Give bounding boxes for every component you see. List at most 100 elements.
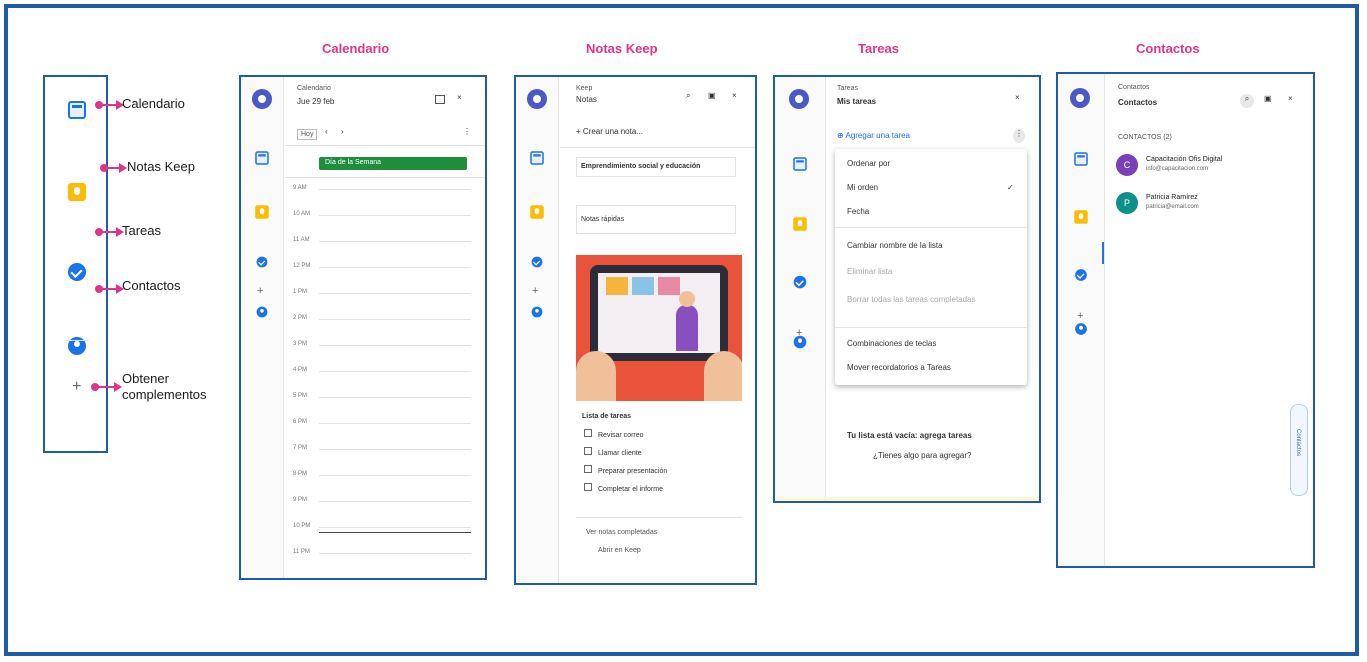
menu-item[interactable]: Eliminar lista [847,267,892,276]
contact-name[interactable]: Capacitación Ofis Digital [1146,156,1222,163]
calendar-icon[interactable] [1074,152,1088,166]
legend-contactos: Contactos [122,278,181,293]
legend-arrow-keep [100,163,127,173]
time-slot-line[interactable] [319,267,471,268]
checkbox[interactable] [584,465,592,473]
keep-icon[interactable] [68,183,86,201]
task-list-selector[interactable]: Mis tareas [837,97,876,106]
note-card[interactable]: Emprendimiento social y educación [576,157,736,177]
app-logo-icon[interactable] [789,89,809,109]
keep-footer-divider [576,517,742,518]
contact-name[interactable]: Patricia Ramírez [1146,194,1198,201]
add-icon[interactable]: + [72,378,81,396]
time-slot-line[interactable] [319,189,471,190]
avatar[interactable]: C [1116,154,1138,176]
calendar-icon[interactable] [255,151,269,165]
keep-icon[interactable] [1074,210,1088,224]
menu-item[interactable]: Combinaciones de teclas [847,339,936,348]
open-in-new-icon[interactable]: ▣ [708,91,716,100]
check-icon: ✓ [1007,183,1014,192]
time-slot-line[interactable] [319,241,471,242]
add-icon[interactable]: + [257,285,263,297]
open-in-keep-link[interactable]: Abrir en Keep [598,547,641,554]
close-icon[interactable]: × [1015,93,1020,102]
menu-item[interactable]: Cambiar nombre de la lista [847,241,943,250]
keep-icon[interactable] [255,205,269,219]
open-in-new-icon[interactable]: ▣ [1264,94,1272,103]
search-icon[interactable]: ⌕ [686,91,690,101]
list-title: Lista de tareas [582,413,632,420]
menu-item[interactable]: Mi orden [847,183,878,192]
close-icon[interactable]: × [732,91,737,100]
keep-icon[interactable] [793,217,807,231]
completed-notes-link[interactable]: Ver notas completadas [586,529,657,536]
time-slot-line[interactable] [319,319,471,320]
create-note-input[interactable]: + Crear una nota... [576,127,746,136]
note-card[interactable]: Notas rápidas [576,205,736,234]
next-day-button[interactable]: › [341,127,344,136]
calendar-icon[interactable] [68,101,86,119]
close-icon[interactable]: × [1288,94,1293,103]
title-tareas: Tareas [858,41,899,56]
add-icon[interactable]: + [532,285,538,297]
add-icon[interactable]: + [1077,310,1083,322]
calendar-icon[interactable] [793,157,807,171]
contacts-icon[interactable] [531,306,543,318]
app-logo-icon[interactable] [527,89,547,109]
avatar[interactable]: P [1116,192,1138,214]
add-task-button[interactable]: ⊕ Agregar una tarea [837,131,910,140]
title-notas-keep: Notas Keep [586,41,658,56]
contacts-side-tab[interactable]: Contactos [1290,404,1308,496]
time-slot-line[interactable] [319,345,471,346]
checklist-item-label: Llamar cliente [598,450,642,457]
time-slot-line[interactable] [319,371,471,372]
tasks-icon[interactable] [793,275,807,289]
time-slot-line[interactable] [319,423,471,424]
time-slot-line[interactable] [319,215,471,216]
checkbox[interactable] [584,429,592,437]
time-slot-line[interactable] [319,553,471,554]
contacts-section-label: CONTACTOS (2) [1118,134,1172,141]
calendar-icon[interactable] [530,151,544,165]
today-button[interactable]: Hoy [297,129,318,140]
contacts-icon[interactable] [1075,323,1087,335]
menu-item[interactable]: Fecha [847,207,869,216]
app-logo-icon[interactable] [252,89,272,109]
time-slot-line[interactable] [319,449,471,450]
checkbox[interactable] [584,483,592,491]
checklist-item[interactable]: Revisar correo [584,429,644,439]
prev-day-button[interactable]: ‹ [325,127,328,136]
more-icon[interactable]: ⋮ [463,127,471,136]
menu-item[interactable]: Borrar todas las tareas completadas [847,295,976,304]
time-slot-line[interactable] [319,293,471,294]
calendar-header-divider [285,145,485,146]
time-slot-line[interactable] [319,397,471,398]
calendar-event[interactable]: Día de la Semana [319,157,467,170]
contacts-icon[interactable] [256,306,268,318]
add-icon[interactable]: + [796,327,802,339]
time-slot-label: 11 PM [293,549,310,555]
menu-item[interactable]: Mover recordatorios a Tareas [847,363,951,372]
tasks-icon[interactable] [68,263,86,281]
time-slot-label: 3 PM [293,341,308,347]
search-icon[interactable]: ⌕ [1240,94,1254,108]
time-slot-line[interactable] [319,501,471,502]
checklist-item[interactable]: Preparar presentación [584,465,667,475]
time-slot-label: 10 AM [293,211,311,217]
time-slot-line[interactable] [319,527,471,528]
more-icon[interactable]: ⋮ [1013,129,1025,143]
app-logo-icon[interactable] [1070,88,1090,108]
calendar-open-icon[interactable] [435,95,445,104]
keep-icon[interactable] [530,205,544,219]
checklist-item[interactable]: Llamar cliente [584,447,642,457]
tasks-icon[interactable] [256,256,268,268]
tasks-icon[interactable] [531,256,543,268]
checklist-item[interactable]: Completar el informe [584,483,663,493]
calendar-date-selector[interactable]: Jue 29 feb [297,97,334,106]
tasks-icon[interactable] [1075,269,1087,281]
close-icon[interactable]: × [457,93,462,102]
time-slot-line[interactable] [319,475,471,476]
video-tile-2 [632,277,654,295]
video-tile-3 [658,277,680,295]
checkbox[interactable] [584,447,592,455]
